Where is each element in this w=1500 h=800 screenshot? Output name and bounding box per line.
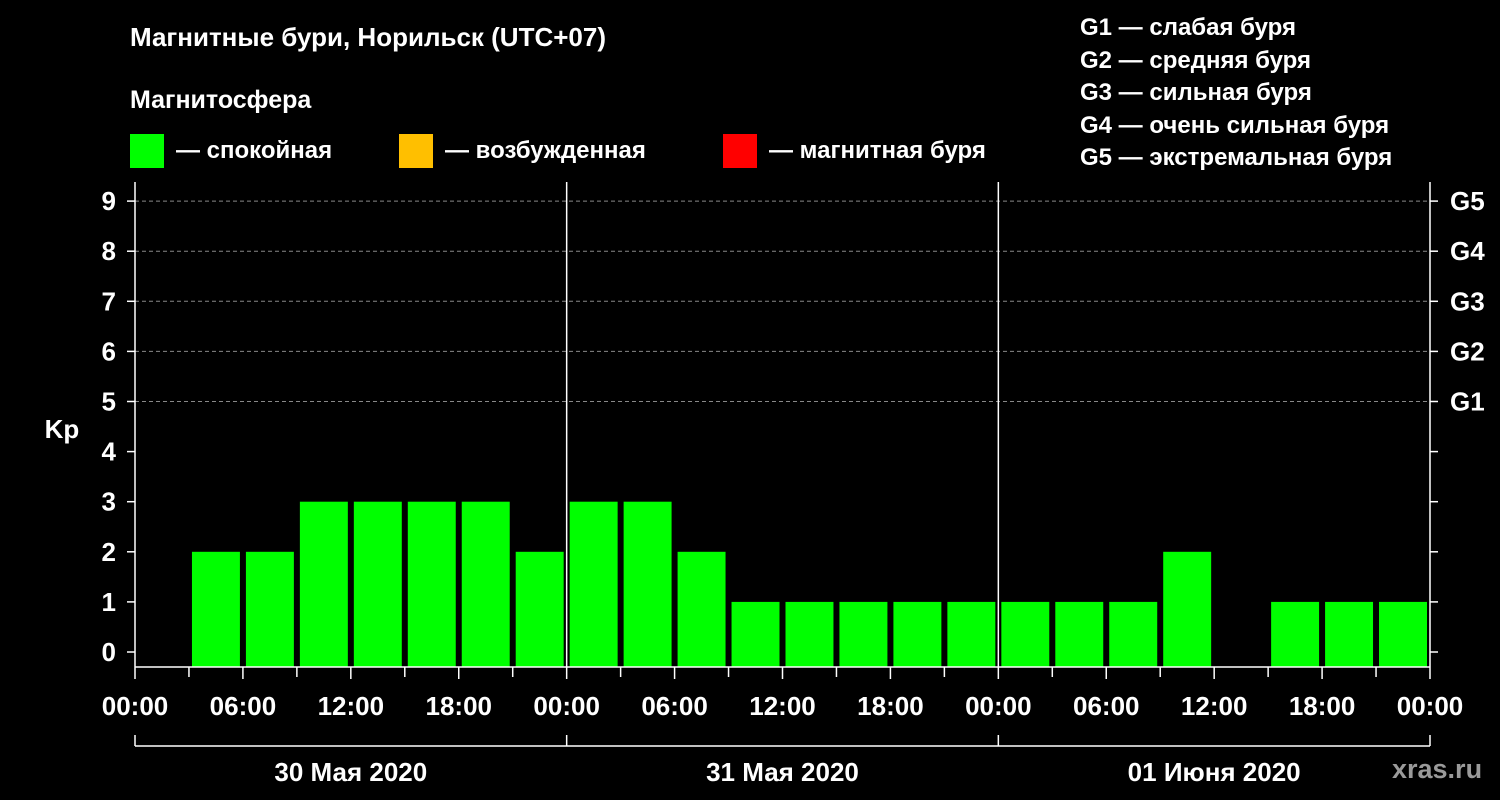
g-scale-label: G1 xyxy=(1450,387,1485,417)
kp-bar xyxy=(1163,551,1212,667)
x-tick-label: 00:00 xyxy=(533,691,600,721)
x-tick-label: 12:00 xyxy=(749,691,816,721)
day-label: 30 Мая 2020 xyxy=(274,757,427,787)
x-tick-label: 12:00 xyxy=(1181,691,1248,721)
kp-bar xyxy=(245,551,294,667)
x-tick-label: 00:00 xyxy=(1397,691,1464,721)
x-tick-label: 06:00 xyxy=(641,691,708,721)
y-tick-label: 2 xyxy=(102,537,116,567)
kp-bar xyxy=(299,501,348,667)
g-scale-label: G5 xyxy=(1450,186,1485,216)
kp-bar xyxy=(191,551,240,667)
y-axis-label: Kp xyxy=(45,414,80,444)
y-tick-label: 9 xyxy=(102,186,116,216)
kp-bar xyxy=(407,501,456,667)
y-tick-label: 6 xyxy=(102,336,116,366)
x-tick-label: 00:00 xyxy=(965,691,1032,721)
kp-bar xyxy=(1379,601,1427,667)
kp-bar xyxy=(1001,601,1050,667)
kp-bar xyxy=(677,551,726,667)
y-tick-label: 4 xyxy=(102,437,117,467)
kp-bar xyxy=(1055,601,1104,667)
g-scale-label: G2 xyxy=(1450,336,1485,366)
x-tick-label: 18:00 xyxy=(426,691,493,721)
kp-bar xyxy=(785,601,834,667)
x-tick-label: 00:00 xyxy=(102,691,169,721)
kp-bar xyxy=(623,501,672,667)
kp-bar xyxy=(1271,601,1320,667)
day-label: 31 Мая 2020 xyxy=(706,757,859,787)
y-tick-label: 8 xyxy=(102,236,116,266)
kp-bar xyxy=(731,601,780,667)
kp-bar xyxy=(1109,601,1158,667)
kp-chart: 0 1 2 3 4 5 6 7 8 9 G1 G2 G3 G4 G5 Kp 00:00 06:00 12:00 18:… xyxy=(45,182,1485,787)
x-tick-label: 18:00 xyxy=(857,691,924,721)
kp-bar xyxy=(947,601,996,667)
day-label: 01 Июня 2020 xyxy=(1128,757,1301,787)
g-scale-label: G4 xyxy=(1450,236,1485,266)
kp-bar xyxy=(839,601,888,667)
kp-bar xyxy=(353,501,402,667)
g-scale-label: G3 xyxy=(1450,286,1485,316)
x-tick-label: 12:00 xyxy=(318,691,385,721)
kp-bar xyxy=(569,501,618,667)
x-tick-label: 06:00 xyxy=(210,691,277,721)
kp-bar xyxy=(461,501,510,667)
y-tick-label: 1 xyxy=(102,587,116,617)
y-tick-label: 5 xyxy=(102,387,116,417)
x-tick-label: 18:00 xyxy=(1289,691,1356,721)
y-tick-label: 0 xyxy=(102,637,116,667)
y-tick-label: 3 xyxy=(102,487,116,517)
kp-bar xyxy=(515,551,564,667)
watermark: xras.ru xyxy=(1392,754,1483,784)
kp-bar xyxy=(1325,601,1374,667)
kp-bar xyxy=(893,601,942,667)
x-tick-label: 06:00 xyxy=(1073,691,1140,721)
y-tick-label: 7 xyxy=(102,286,116,316)
